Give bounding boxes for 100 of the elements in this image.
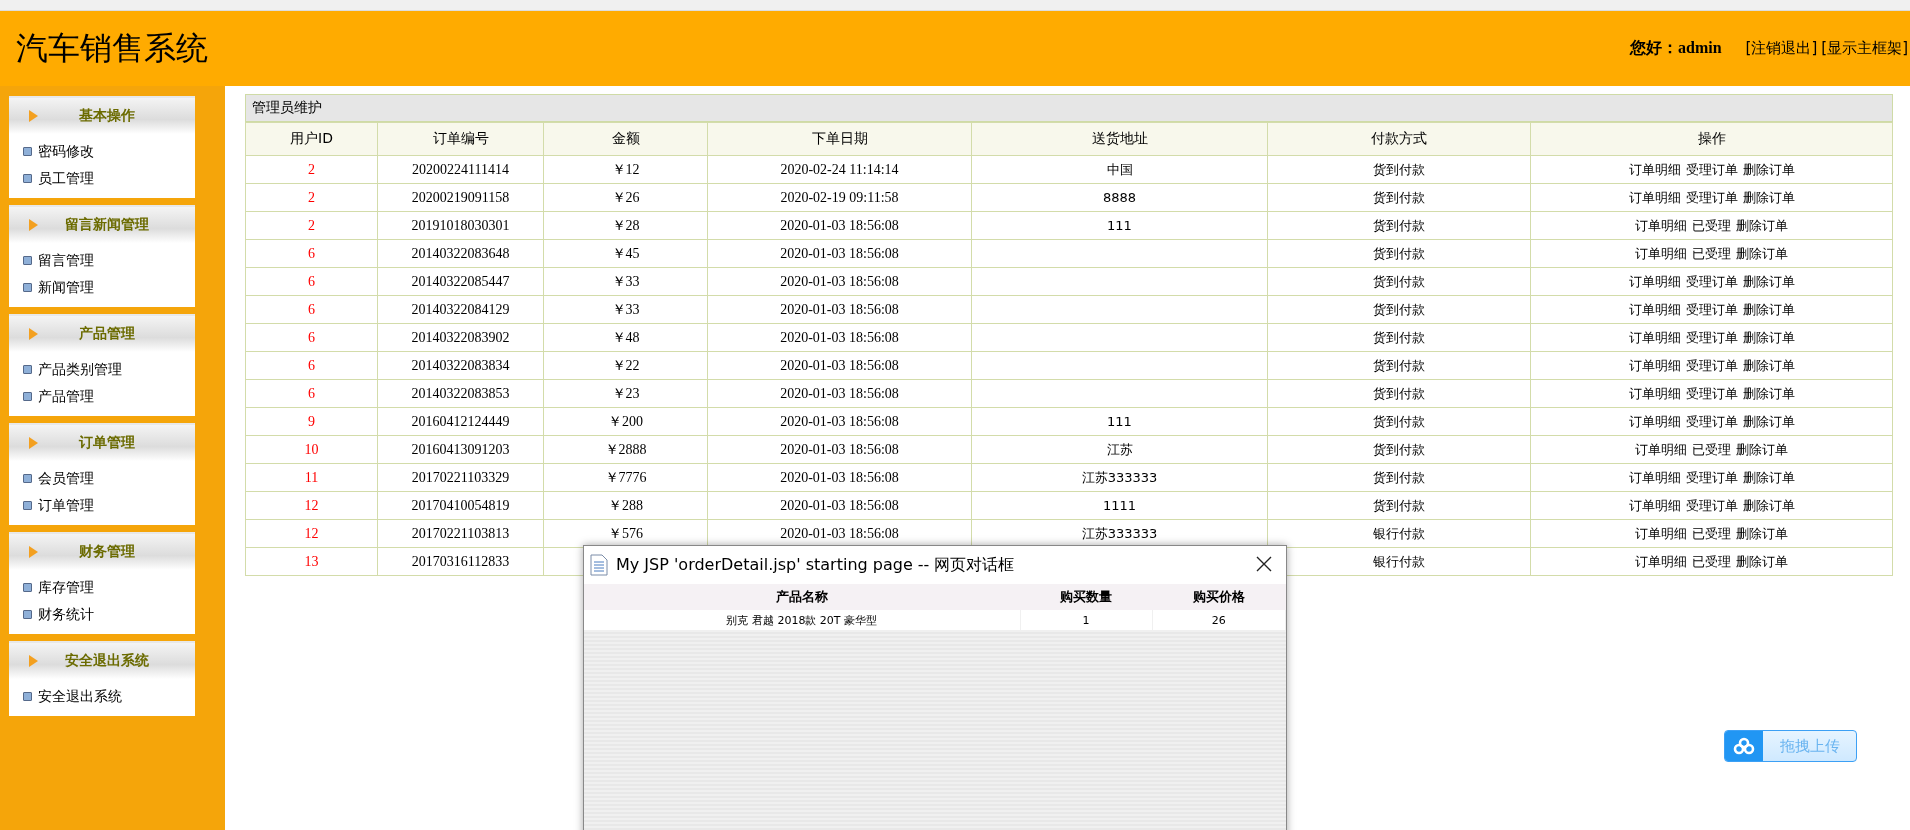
action-link[interactable]: 删除订单 [1742,496,1795,515]
close-icon [1256,555,1272,572]
column-header: 购买数量 [1020,584,1152,610]
menu-item[interactable]: 产品管理 [38,387,94,406]
table-cell: ￥12 [543,155,708,184]
table-cell: 20160413091203 [377,435,544,464]
table-cell: 货到付款 [1267,155,1531,184]
table-cell: 1 [1020,610,1152,630]
bullet-icon [23,256,32,265]
menu-item[interactable]: 会员管理 [38,469,94,488]
action-link[interactable]: 删除订单 [1742,272,1795,291]
table-cell: 20140322083648 [377,239,544,268]
action-link[interactable]: 已受理 [1692,440,1731,459]
arrow-icon [29,110,38,122]
action-link[interactable]: 订单明细 [1628,412,1681,431]
action-link[interactable]: 受理订单 [1685,160,1738,179]
action-link[interactable]: 已受理 [1692,216,1731,235]
action-link[interactable]: 订单明细 [1628,300,1681,319]
table-cell: 货到付款 [1267,407,1531,436]
action-link[interactable]: 受理订单 [1685,468,1738,487]
table-cell: ￥288 [543,491,708,520]
action-link[interactable]: 订单明细 [1628,384,1681,403]
arrow-icon [29,546,38,558]
menu-item[interactable]: 密码修改 [38,142,94,161]
document-icon [590,554,608,576]
menu-item[interactable]: 产品类别管理 [38,360,122,379]
table-cell: 货到付款 [1267,491,1531,520]
menu-item[interactable]: 订单管理 [38,496,94,515]
action-link[interactable]: 受理订单 [1685,356,1738,375]
table-cell: ￥33 [543,295,708,324]
table-cell: ￥200 [543,407,708,436]
action-link[interactable]: 订单明细 [1628,328,1681,347]
table-cell: 20191018030301 [377,211,544,240]
menu-item[interactable]: 财务统计 [38,605,94,624]
header-link[interactable]: [注销退出] [1745,39,1818,58]
table-cell: 111 [971,211,1268,240]
table-cell: 20170221103813 [377,519,544,548]
action-link[interactable]: 受理订单 [1685,412,1738,431]
header-link[interactable]: [显示主框架] [1821,39,1908,58]
panel-title: 管理员维护 [252,99,322,117]
table-cell: 20160412124449 [377,407,544,436]
table-cell: 2020-01-03 18:56:08 [707,211,972,240]
table-cell: ￥22 [543,351,708,380]
action-link[interactable]: 受理订单 [1685,384,1738,403]
action-link[interactable]: 受理订单 [1685,272,1738,291]
arrow-icon [29,655,38,667]
bullet-icon [23,610,32,619]
menu-item[interactable]: 安全退出系统 [38,687,122,706]
action-link[interactable]: 订单明细 [1628,160,1681,179]
menu-item[interactable]: 新闻管理 [38,278,94,297]
table-cell: 2020-01-03 18:56:08 [707,491,972,520]
action-link[interactable]: 受理订单 [1685,300,1738,319]
table-cell: 货到付款 [1267,183,1531,212]
table-cell: 2020-02-24 11:14:14 [707,155,972,184]
action-link[interactable]: 订单明细 [1635,216,1687,235]
action-link[interactable]: 删除订单 [1742,384,1795,403]
action-link[interactable]: 订单明细 [1628,356,1681,375]
action-link[interactable]: 订单明细 [1628,272,1681,291]
action-link[interactable]: 受理订单 [1685,496,1738,515]
action-link[interactable]: 已受理 [1692,552,1731,571]
action-link[interactable]: 受理订单 [1685,328,1738,347]
table-cell: 6 [245,379,378,408]
action-link[interactable]: 订单明细 [1635,440,1687,459]
column-header: 送货地址 [971,122,1268,156]
bullet-icon [23,365,32,374]
action-link[interactable]: 删除订单 [1736,244,1788,263]
action-link[interactable]: 删除订单 [1742,468,1795,487]
action-link[interactable]: 删除订单 [1736,524,1788,543]
table-cell: 12 [245,519,378,548]
action-link[interactable]: 删除订单 [1742,356,1795,375]
action-link[interactable]: 订单明细 [1628,468,1681,487]
column-header: 用户ID [245,122,378,156]
action-link[interactable]: 删除订单 [1742,188,1795,207]
menu-item[interactable]: 员工管理 [38,169,94,188]
menu-item[interactable]: 库存管理 [38,578,94,597]
table-cell: 2020-01-03 18:56:08 [707,463,972,492]
action-link[interactable]: 删除订单 [1736,440,1788,459]
action-link[interactable]: 删除订单 [1736,552,1788,571]
bullet-icon [23,392,32,401]
action-link[interactable]: 删除订单 [1742,412,1795,431]
table-cell: 2020-01-03 18:56:08 [707,323,972,352]
table-cell: 20170221103329 [377,463,544,492]
action-link[interactable]: 订单明细 [1635,524,1687,543]
action-link[interactable]: 订单明细 [1628,496,1681,515]
table-cell: ￥28 [543,211,708,240]
table-cell: 2020-01-03 18:56:08 [707,435,972,464]
column-header: 购买价格 [1152,584,1286,610]
action-link[interactable]: 删除订单 [1742,160,1795,179]
action-link[interactable]: 删除订单 [1736,216,1788,235]
action-link[interactable]: 已受理 [1692,244,1731,263]
action-link[interactable]: 订单明细 [1635,244,1687,263]
action-link[interactable]: 订单明细 [1635,552,1687,571]
action-link[interactable]: 已受理 [1692,524,1731,543]
table-cell: 8888 [971,183,1268,212]
menu-item[interactable]: 留言管理 [38,251,94,270]
action-link[interactable]: 受理订单 [1685,188,1738,207]
action-link[interactable]: 删除订单 [1742,328,1795,347]
action-link[interactable]: 订单明细 [1628,188,1681,207]
action-link[interactable]: 删除订单 [1742,300,1795,319]
table-cell: 2020-01-03 18:56:08 [707,239,972,268]
